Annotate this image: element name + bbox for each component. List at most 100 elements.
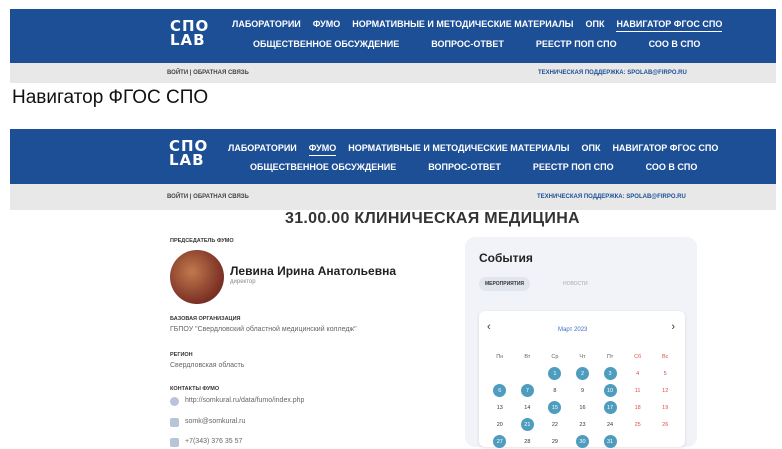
region-value: Свердловская область [170,362,245,369]
contacts-email-link[interactable]: somk@somkural.ru [185,418,245,425]
nav-item-public-discussion[interactable]: ОБЩЕСТВЕННОЕ ОБСУЖДЕНИЕ [250,162,396,172]
calendar-empty-cell [486,366,514,381]
nav-item-qa[interactable]: ВОПРОС-ОТВЕТ [428,162,501,172]
calendar-weekday: Чт [579,353,586,360]
nav-item-normative[interactable]: НОРМАТИВНЫЕ И МЕТОДИЧЕСКИЕ МАТЕРИАЛЫ [348,143,569,156]
nav-row-2: ОБЩЕСТВЕННОЕ ОБСУЖДЕНИЕ ВОПРОС-ОТВЕТ РЕЕ… [253,39,712,49]
chair-label: ПРЕДСЕДАТЕЛЬ ФУМО [170,238,234,244]
calendar-day[interactable]: 16 [569,400,597,415]
nav-item-opk[interactable]: ОПК [581,143,600,156]
calendar-day[interactable]: 14 [514,400,542,415]
calendar-day[interactable]: 7 [514,383,542,398]
site-logo[interactable]: СПО LAB [170,19,209,48]
calendar-day[interactable]: 4 [624,366,652,381]
tab-events[interactable]: МЕРОПРИЯТИЯ [479,277,531,291]
nav-item-normative[interactable]: НОРМАТИВНЫЕ И МЕТОДИЧЕСКИЕ МАТЕРИАЛЫ [352,19,573,32]
calendar-weekday: Пн [496,353,504,360]
calendar-day[interactable]: 24 [596,417,624,432]
calendar-weekday: Вт [524,353,531,360]
calendar-event-day: 2 [575,367,589,380]
calendar-event-day: 31 [603,435,617,448]
calendar-day[interactable]: 15 [541,400,569,415]
calendar-empty-cell [514,366,542,381]
contacts-phone: +7(343) 376 35 57 [185,438,243,445]
support-link[interactable]: ТЕХНИЧЕСКАЯ ПОДДЕРЖКА: SPOLAB@FIRPO.RU [537,194,686,200]
nav-item-navigator[interactable]: НАВИГАТОР ФГОС СПО [616,19,723,32]
calendar-event-day: 6 [493,384,507,397]
nav-item-qa[interactable]: ВОПРОС-ОТВЕТ [431,39,504,49]
calendar-day[interactable]: 9 [569,383,597,398]
calendar-day[interactable]: 25 [624,417,652,432]
calendar-weekday: Ср [551,353,559,360]
calendar-day[interactable]: 20 [486,417,514,432]
calendar-event-day: 3 [603,367,617,380]
calendar-event-day: 21 [520,418,534,431]
site-logo-embedded[interactable]: СПО LAB [169,139,208,168]
calendar-day[interactable]: 1 [541,366,569,381]
org-label: БАЗОВАЯ ОРГАНИЗАЦИЯ [170,316,241,322]
nav-item-soo[interactable]: СОО В СПО [649,39,701,49]
contacts-label: КОНТАКТЫ ФУМО [170,386,220,392]
tab-news[interactable]: НОВОСТИ [557,277,594,291]
support-link[interactable]: ТЕХНИЧЕСКАЯ ПОДДЕРЖКА: SPOLAB@FIRPO.RU [538,70,687,76]
nav-item-fumo[interactable]: ФУМО [308,143,337,156]
nav-item-laboratories[interactable]: ЛАБОРАТОРИИ [228,143,297,156]
calendar-day[interactable]: 6 [486,383,514,398]
header-nav-embedded: СПО LAB ЛАБОРАТОРИИ ФУМО НОРМАТИВНЫЕ И М… [10,129,776,184]
calendar-event-day: 1 [548,367,562,380]
page-title: Навигатор ФГОС СПО [12,87,209,108]
calendar-day[interactable]: 12 [651,383,679,398]
chair-position: директор [230,279,256,285]
calendar-day[interactable]: 13 [486,400,514,415]
specialty-title: 31.00.00 КЛИНИЧЕСКАЯ МЕДИЦИНА [285,210,580,227]
calendar-event-day: 30 [575,435,589,448]
nav-item-public-discussion[interactable]: ОБЩЕСТВЕННОЕ ОБСУЖДЕНИЕ [253,39,399,49]
topbar-embedded: ВОЙТИ | ОБРАТНАЯ СВЯЗЬ ТЕХНИЧЕСКАЯ ПОДДЕ… [10,184,776,210]
calendar-day[interactable]: 23 [569,417,597,432]
calendar-weekday: Вс [661,353,669,360]
topbar: ВОЙТИ | ОБРАТНАЯ СВЯЗЬ ТЕХНИЧЕСКАЯ ПОДДЕ… [10,63,776,83]
calendar-day[interactable]: 3 [596,366,624,381]
calendar-grid: Пн Вт Ср Чт Пт Сб Вс 1 2 3 4 5 6 7 8 9 10 11 12 13 14 15 16 17 1… [486,349,679,449]
nav-row-2-embedded: ОБЩЕСТВЕННОЕ ОБСУЖДЕНИЕ ВОПРОС-ОТВЕТ РЕЕ… [250,162,709,172]
nav-item-fumo[interactable]: ФУМО [313,19,340,32]
header-nav-top: СПО LAB ЛАБОРАТОРИИ ФУМО НОРМАТИВНЫЕ И М… [10,9,776,63]
contacts-site-link[interactable]: http://somkural.ru/data/fumo/index.php [185,397,304,404]
login-link[interactable]: ВОЙТИ | ОБРАТНАЯ СВЯЗЬ [167,70,249,76]
login-link[interactable]: ВОЙТИ | ОБРАТНАЯ СВЯЗЬ [167,194,249,200]
calendar-day[interactable]: 11 [624,383,652,398]
calendar-day[interactable]: 17 [596,400,624,415]
calendar-next-button[interactable]: › [671,321,675,333]
calendar-month: Март 2023 [558,327,588,333]
calendar-event-day: 10 [603,384,617,397]
nav-row-1-embedded: ЛАБОРАТОРИИ ФУМО НОРМАТИВНЫЕ И МЕТОДИЧЕС… [228,143,730,156]
avatar [170,250,224,304]
calendar-day[interactable]: 2 [569,366,597,381]
calendar-day[interactable]: 5 [651,366,679,381]
calendar-weekday: Сб [634,353,642,360]
nav-row-1: ЛАБОРАТОРИИ ФУМО НОРМАТИВНЫЕ И МЕТОДИЧЕС… [232,19,734,32]
calendar-weekday: Пт [606,353,614,360]
calendar-event-day: 27 [493,435,507,448]
calendar-day[interactable]: 26 [651,417,679,432]
calendar-day[interactable]: 18 [624,400,652,415]
calendar-day[interactable]: 10 [596,383,624,398]
calendar-prev-button[interactable]: ‹ [487,321,491,333]
nav-item-soo[interactable]: СОО В СПО [646,162,698,172]
nav-item-laboratories[interactable]: ЛАБОРАТОРИИ [232,19,301,32]
nav-item-registry[interactable]: РЕЕСТР ПОП СПО [536,39,617,49]
nav-item-opk[interactable]: ОПК [585,19,604,32]
calendar-day[interactable]: 19 [651,400,679,415]
phone-icon [170,438,179,447]
calendar-day[interactable]: 22 [541,417,569,432]
mail-icon [170,418,179,427]
region-label: РЕГИОН [170,352,193,358]
calendar: ‹ Март 2023 › Пн Вт Ср Чт Пт Сб Вс 1 2 3 4 5 6 7 8 9 10 1… [479,311,685,449]
nav-item-navigator[interactable]: НАВИГАТОР ФГОС СПО [612,143,718,156]
nav-item-registry[interactable]: РЕЕСТР ПОП СПО [533,162,614,172]
events-panel: События МЕРОПРИЯТИЯ НОВОСТИ ‹ Март 2023 … [465,237,697,449]
calendar-day[interactable]: 21 [514,417,542,432]
calendar-day[interactable]: 8 [541,383,569,398]
chair-name: Левина Ирина Анатольевна [230,264,397,278]
events-title: События [479,251,533,265]
